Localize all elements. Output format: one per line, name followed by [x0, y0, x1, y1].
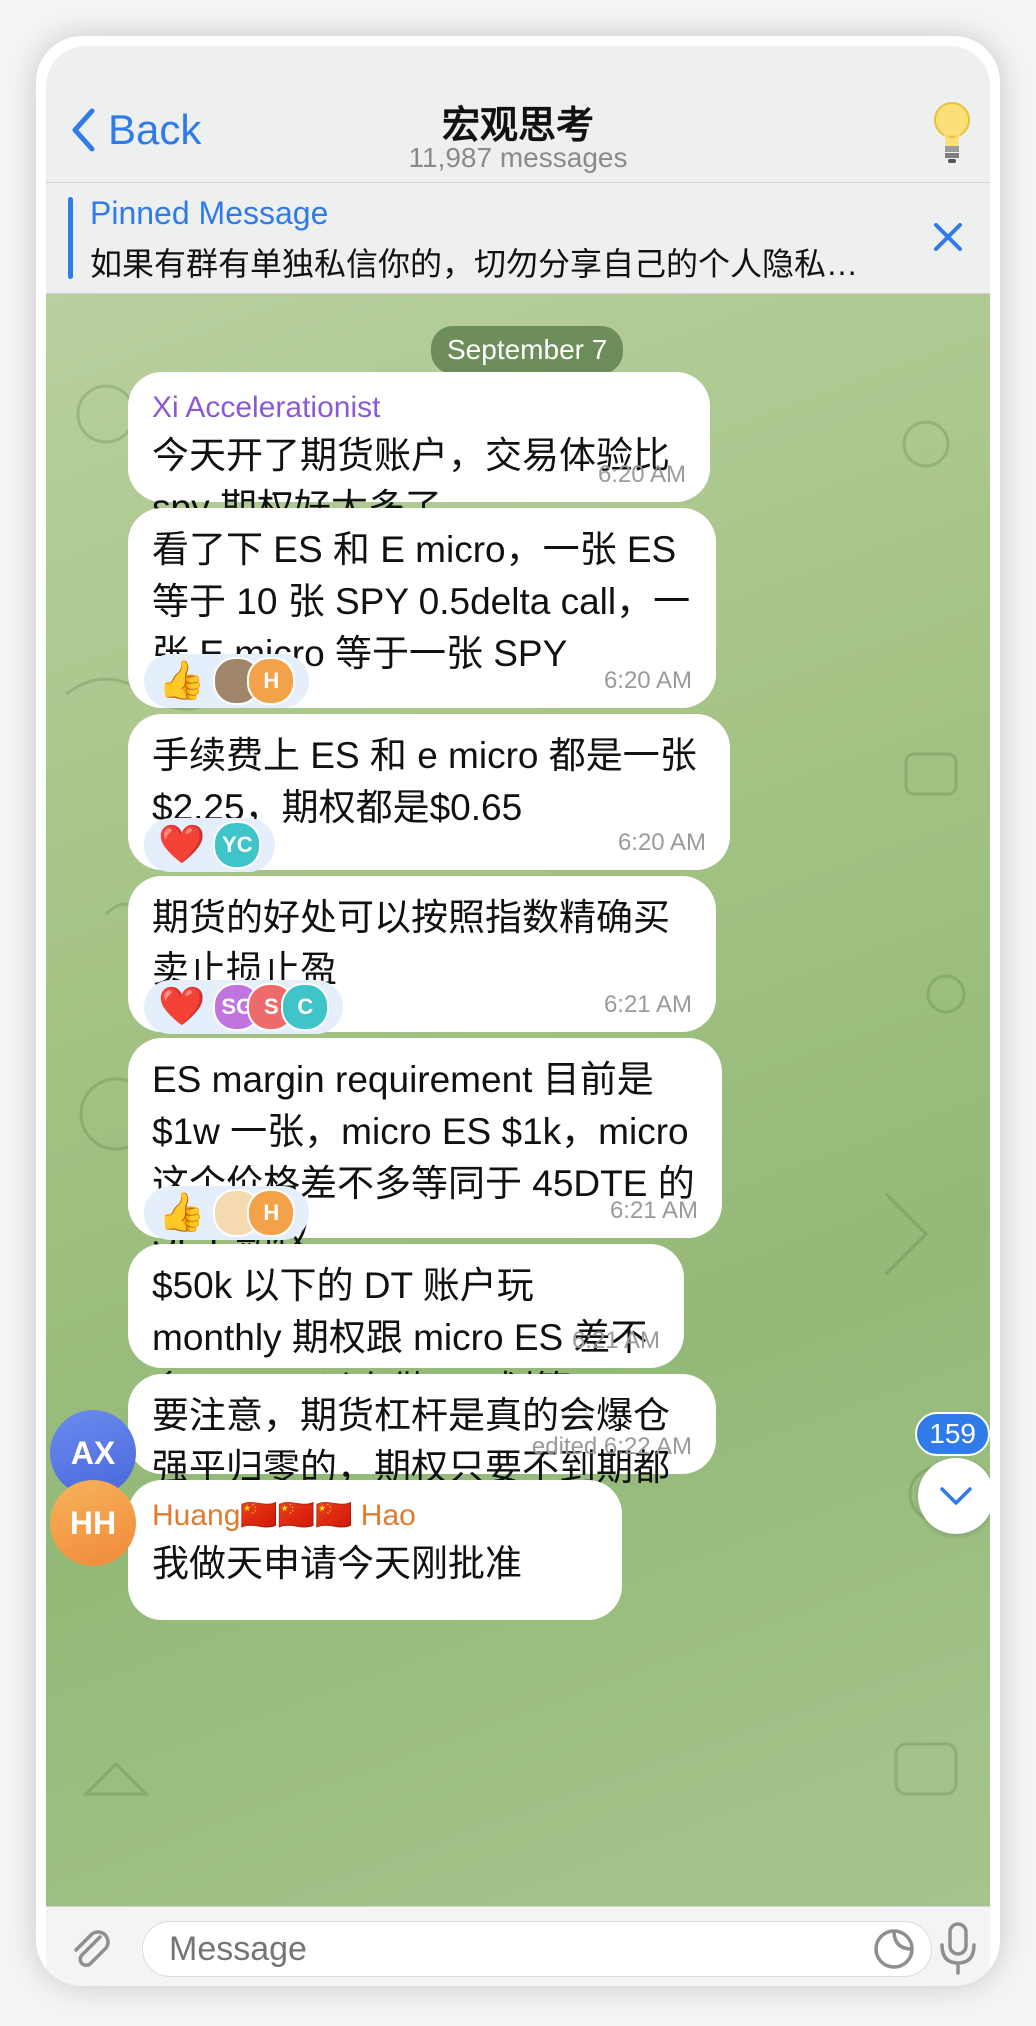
close-icon[interactable]	[932, 221, 964, 253]
message-bubble[interactable]: Xi Accelerationist 今天开了期货账户，交易体验比 spy 期权…	[128, 372, 710, 528]
message-bubble[interactable]: Huang🇨🇳🇨🇳🇨🇳 Hao 我做天申请今天刚批准	[128, 1480, 622, 1620]
message-bubble[interactable]: 期货的好处可以按照指数精确买卖止损止盈 ❤️ SG S C 6:21 AM	[128, 876, 716, 1034]
phone-frame: Back 宏观思考 11,987 messages Pinned Message…	[36, 36, 1000, 1986]
message-bubble[interactable]: 要注意，期货杠杆是真的会爆仓强平归零的，期权只要不到期都可以拿 edited 6…	[128, 1374, 716, 1540]
heart-icon: ❤️	[158, 986, 206, 1028]
microphone-icon[interactable]	[938, 1921, 978, 1975]
pinned-indicator	[68, 197, 73, 279]
sticker-icon[interactable]	[872, 1927, 916, 1971]
pinned-title: Pinned Message	[90, 195, 329, 231]
attachment-icon[interactable]	[64, 1923, 114, 1973]
message-time: 6:20 AM	[597, 461, 686, 488]
pinned-text: 如果有群有单独私信你的，切勿分享自己的个人隐私…	[90, 246, 859, 282]
reactor-avatars: H	[213, 657, 296, 705]
thumbs-up-icon: 👍	[158, 660, 206, 702]
sender-name[interactable]: Huang🇨🇳🇨🇳🇨🇳 Hao	[152, 1496, 598, 1536]
sender-name[interactable]: Xi Accelerationist	[152, 388, 686, 428]
message-bubble[interactable]: 手续费上 ES 和 e micro 都是一张$2.25，期权都是$0.65 ❤️…	[128, 714, 730, 872]
message-text: 我做天申请今天刚批准	[152, 1543, 522, 1584]
avatar-h: H	[247, 657, 296, 705]
reaction-pill[interactable]: ❤️ YC	[144, 818, 276, 872]
avatar-c: C	[281, 983, 330, 1031]
reaction-pill[interactable]: ❤️ SG S C	[144, 980, 344, 1034]
avatar-hh[interactable]: HH	[50, 1480, 136, 1566]
avatar-yc: YC	[213, 821, 262, 869]
message-bubble[interactable]: 看了下 ES 和 E micro，一张 ES 等于 10 张 SPY 0.5de…	[128, 508, 716, 708]
message-time: 6:21 AM	[571, 1327, 660, 1354]
reactor-avatars: H	[213, 1189, 296, 1237]
message-time: edited 6:22 AM	[531, 1433, 692, 1460]
unread-count-badge: 159	[915, 1412, 990, 1456]
chat-area[interactable]: September 7 Xi Accelerationist 今天开了期货账户，…	[46, 294, 990, 1906]
thumbs-up-icon: 👍	[158, 1192, 206, 1234]
heart-icon: ❤️	[158, 824, 206, 866]
reactor-avatars: SG S C	[213, 983, 330, 1031]
message-bubble[interactable]: $50k 以下的 DT 账户玩 monthly 期权跟 micro ES 差不多…	[128, 1244, 684, 1410]
reaction-pill[interactable]: 👍 H	[144, 1186, 310, 1240]
message-composer	[46, 1906, 990, 1986]
date-separator: September 7	[431, 326, 624, 374]
avatar-h: H	[247, 1189, 296, 1237]
message-input[interactable]	[142, 1921, 932, 1977]
message-time: 6:21 AM	[603, 991, 692, 1018]
lightbulb-icon[interactable]	[932, 100, 972, 166]
message-time: 6:21 AM	[609, 1197, 698, 1224]
chevron-down-icon	[940, 1487, 972, 1505]
message-time: 6:20 AM	[617, 829, 706, 856]
chat-header: Back 宏观思考 11,987 messages	[46, 46, 990, 183]
chat-title[interactable]: 宏观思考	[46, 94, 990, 149]
reaction-pill[interactable]: 👍 H	[144, 654, 310, 708]
message-bubble[interactable]: ES margin requirement 目前是$1w 一张，micro ES…	[128, 1038, 722, 1256]
pinned-message-bar[interactable]: Pinned Message 如果有群有单独私信你的，切勿分享自己的个人隐私…	[46, 183, 990, 294]
message-count: 11,987 messages	[408, 142, 628, 173]
message-time: 6:20 AM	[603, 667, 692, 694]
scroll-down-button[interactable]	[918, 1458, 990, 1534]
